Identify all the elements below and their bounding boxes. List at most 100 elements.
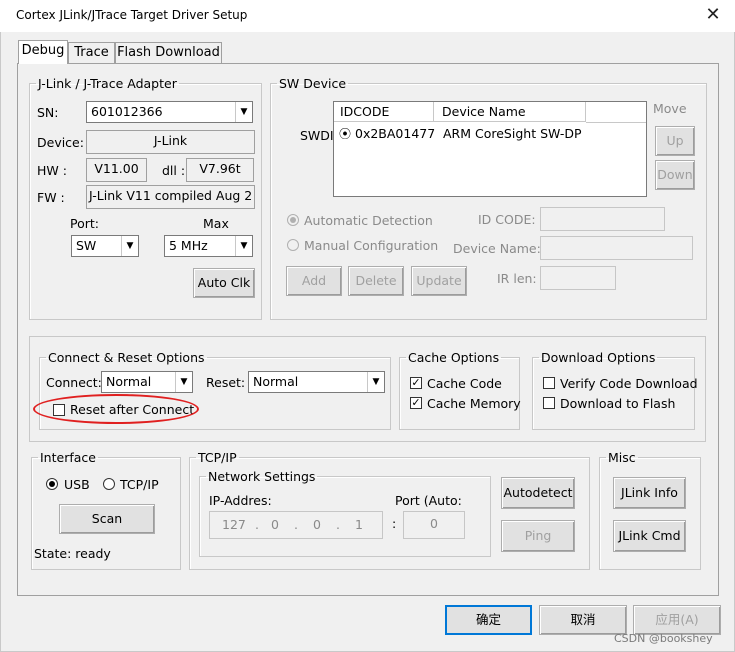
download-options-legend: Download Options (541, 350, 656, 365)
sn-select[interactable]: 601012366 ▼ (86, 101, 253, 123)
id-code-label: ID CODE: (478, 212, 536, 227)
id-code-field[interactable] (540, 207, 665, 231)
auto-clk-button[interactable]: Auto Clk (193, 268, 255, 298)
sn-value: 601012366 (91, 104, 163, 119)
manual-configuration-label: Manual Configuration (304, 238, 439, 253)
table-row[interactable]: ⦿ 0x2BA01477 ARM CoreSight SW-DP (334, 123, 646, 143)
cache-memory-label: Cache Memory (427, 396, 521, 411)
sw-device-legend: SW Device (279, 76, 347, 91)
window-title: Cortex JLink/JTrace Target Driver Setup (16, 8, 248, 22)
max-clock-value: 5 MHz (169, 238, 208, 253)
add-button[interactable]: Add (286, 266, 342, 296)
connect-label: Connect: (46, 375, 102, 390)
cancel-button[interactable]: 取消 (539, 605, 627, 635)
chevron-down-icon: ▼ (235, 102, 252, 122)
device-table[interactable]: IDCODE Device Name ⦿ 0x2BA01477 ARM Core… (333, 101, 647, 197)
device-value: J-Link (86, 130, 255, 154)
close-icon[interactable]: ✕ (701, 4, 725, 28)
chevron-down-icon: ▼ (175, 372, 192, 392)
device-name-field[interactable] (540, 236, 693, 260)
adapter-legend: J-Link / J-Trace Adapter (38, 76, 177, 91)
ip-octet-1: 127 (222, 517, 246, 532)
ip-octet-4: 1 (355, 517, 363, 532)
port-select[interactable]: SW ▼ (71, 235, 139, 257)
cache-code-checkbox[interactable]: ✓ (410, 377, 422, 389)
chevron-down-icon: ▼ (367, 372, 384, 392)
network-settings-legend: Network Settings (208, 469, 316, 484)
manual-configuration-radio[interactable] (287, 239, 299, 251)
max-clock-select[interactable]: 5 MHz ▼ (164, 235, 253, 257)
row-device-name: ARM CoreSight SW-DP (443, 126, 582, 141)
verify-code-download-checkbox[interactable] (543, 377, 555, 389)
swdi-label: SWDI (300, 128, 334, 143)
jlink-info-button[interactable]: JLink Info (613, 477, 686, 509)
port-label: Port: (70, 216, 99, 231)
cache-memory-checkbox[interactable]: ✓ (410, 397, 422, 409)
update-button[interactable]: Update (411, 266, 467, 296)
ip-octet-3: 0 (313, 517, 321, 532)
tab-trace[interactable]: Trace (68, 42, 115, 64)
download-to-flash-checkbox[interactable] (543, 397, 555, 409)
connect-value: Normal (106, 374, 152, 389)
up-button[interactable]: Up (655, 126, 695, 156)
ip-octet-2: 0 (271, 517, 279, 532)
usb-label: USB (64, 477, 90, 492)
column-header-idcode[interactable]: IDCODE (334, 102, 434, 122)
ir-len-label: IR len: (497, 271, 537, 286)
scan-button[interactable]: Scan (59, 504, 155, 534)
cache-code-label: Cache Code (427, 376, 502, 391)
chevron-down-icon: ▼ (235, 236, 252, 256)
move-label: Move (653, 101, 687, 116)
fw-value: J-Link V11 compiled Aug 2 (86, 185, 255, 209)
reset-label: Reset: (206, 375, 246, 390)
automatic-detection-radio[interactable] (287, 214, 299, 226)
column-header-empty (586, 102, 646, 123)
autodetect-button[interactable]: Autodetect (501, 477, 575, 509)
hw-label: HW : (37, 163, 67, 178)
ok-button[interactable]: 确定 (445, 605, 532, 635)
reset-select[interactable]: Normal ▼ (248, 371, 385, 393)
port-colon: : (392, 516, 397, 531)
tcpip-radio-label: TCP/IP (120, 477, 159, 492)
chevron-down-icon: ▼ (121, 236, 138, 256)
column-header-device-name[interactable]: Device Name (434, 102, 586, 122)
cache-options-legend: Cache Options (408, 350, 500, 365)
sn-label: SN: (37, 105, 59, 120)
down-button[interactable]: Down (655, 160, 695, 190)
watermark: CSDN @bookshey (614, 632, 713, 645)
verify-code-download-label: Verify Code Download (560, 376, 698, 391)
ir-len-field[interactable] (540, 266, 616, 290)
tab-flash-download[interactable]: Flash Download (115, 42, 222, 64)
jlink-cmd-button[interactable]: JLink Cmd (613, 520, 686, 552)
ip-dot: . (294, 517, 298, 532)
annotation-highlight-ellipse (33, 394, 199, 424)
port-auto-label: Port (Auto: (395, 493, 462, 508)
state-text: State: ready (34, 546, 111, 561)
max-label: Max (203, 216, 229, 231)
connect-reset-legend: Connect & Reset Options (48, 350, 205, 365)
ping-button[interactable]: Ping (501, 520, 575, 552)
ip-address-label: IP-Addres: (209, 493, 272, 508)
selected-radio-icon: ⦿ (339, 127, 352, 141)
connect-select[interactable]: Normal ▼ (101, 371, 193, 393)
port-value: SW (76, 238, 97, 253)
tcpip-radio[interactable] (103, 478, 115, 490)
tcpip-legend: TCP/IP (198, 450, 237, 465)
reset-value: Normal (253, 374, 299, 389)
delete-button[interactable]: Delete (348, 266, 404, 296)
device-name-label: Device Name: (453, 241, 541, 256)
misc-legend: Misc (608, 450, 636, 465)
tab-debug[interactable]: Debug (18, 40, 68, 64)
fw-label: FW : (37, 190, 65, 205)
dll-value: V7.96t (186, 158, 254, 182)
interface-legend: Interface (40, 450, 96, 465)
apply-button[interactable]: 应用(A) (633, 605, 721, 635)
ip-address-field[interactable]: 127 . 0 . 0 . 1 (209, 511, 383, 539)
dll-label: dll : (162, 163, 186, 178)
usb-radio[interactable] (46, 478, 58, 490)
tcp-port-field[interactable]: 0 (403, 511, 465, 539)
download-to-flash-label: Download to Flash (560, 396, 676, 411)
ip-dot: . (255, 517, 259, 532)
device-label: Device: (37, 135, 84, 150)
row-idcode: 0x2BA01477 (355, 126, 436, 141)
